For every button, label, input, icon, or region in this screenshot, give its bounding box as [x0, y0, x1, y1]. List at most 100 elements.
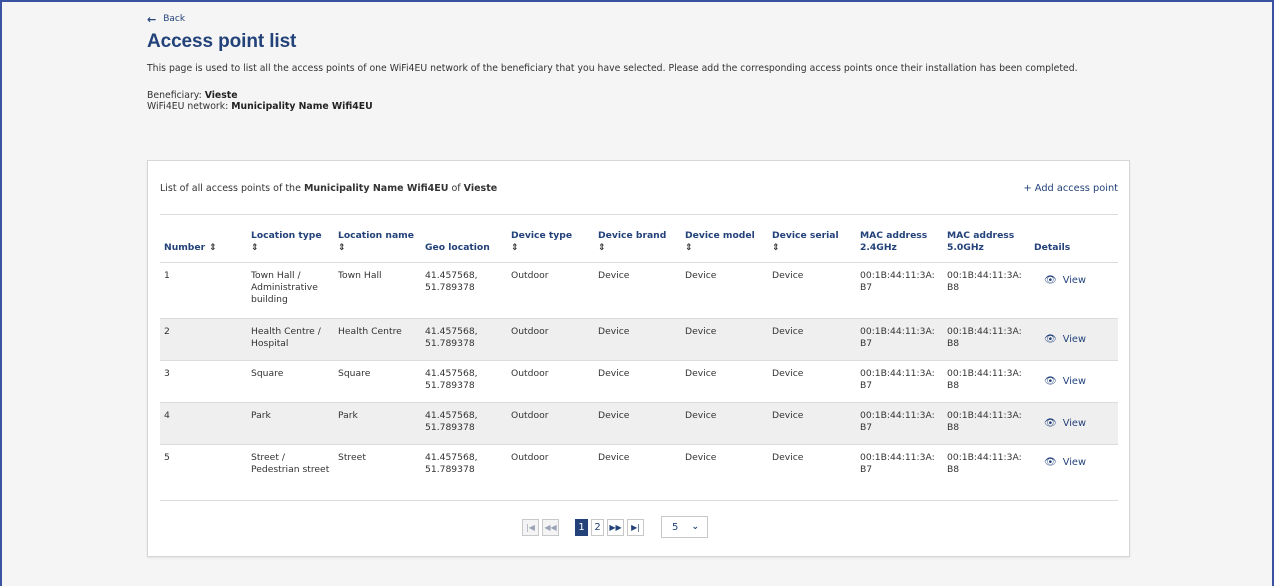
cell-device-type: Outdoor	[511, 368, 549, 379]
cell-details: 👁 View	[1030, 263, 1118, 319]
back-label: Back	[163, 14, 186, 24]
cell-mac-24: 00:1B:44:11:3A: B7	[860, 326, 935, 349]
page-title: Access point list	[147, 31, 297, 52]
col-mac-50: MAC address 5.0GHz	[947, 230, 1015, 253]
arrow-left-icon: ←	[147, 12, 157, 26]
network-label: WiFi4EU network:	[147, 101, 232, 112]
col-device-brand: Device brand ⇕	[594, 215, 681, 263]
sort-icon[interactable]: ⇕	[598, 242, 677, 254]
cell-details: 👁 View	[1030, 445, 1118, 501]
cell-location-name: Park	[338, 410, 358, 421]
chevron-down-icon: ⌄	[691, 522, 699, 532]
col-device-serial: Device serial ⇕	[768, 215, 856, 263]
cell-device-model: Device	[685, 368, 717, 379]
beneficiary-info: Beneficiary: Vieste WiFi4EU network: Mun…	[147, 90, 1132, 112]
view-button[interactable]: 👁 View	[1034, 334, 1086, 346]
pagination: |◀ ◀◀ 1 2 ▶▶ ▶| 5 ⌄	[522, 516, 708, 538]
cell-geo: 41.457568, 51.789378	[425, 326, 478, 349]
cell-mac-50: 00:1B:44:11:3A: B8	[947, 326, 1022, 349]
cell-location-name: Street	[338, 452, 366, 463]
table-header-row: Number ⇕ Location type ⇕ Location name ⇕ Ge…	[160, 214, 1118, 263]
cell-mac-24: 00:1B:44:11:3A: B7	[860, 270, 935, 293]
cell-mac-50: 00:1B:44:11:3A: B8	[947, 368, 1022, 391]
sort-icon[interactable]: ⇕	[511, 242, 590, 254]
eye-icon: 👁	[1044, 375, 1057, 387]
last-page-icon[interactable]: ▶|	[627, 518, 644, 536]
col-device-type: Device type ⇕	[507, 215, 594, 263]
cell-device-type: Outdoor	[511, 270, 549, 281]
back-link[interactable]: ← Back	[147, 12, 1132, 26]
cell-mac-24: 00:1B:44:11:3A: B7	[860, 452, 935, 475]
page-frame: ← Back Access point list This page is us…	[0, 0, 1274, 586]
table-row: 3 Square Square 41.457568, 51.789378 Out…	[160, 361, 1118, 403]
col-number: Number ⇕	[164, 242, 217, 253]
page-size-select[interactable]: 5 ⌄	[661, 516, 708, 538]
next-page-icon[interactable]: ▶▶	[607, 518, 624, 536]
cell-device-type: Outdoor	[511, 452, 549, 463]
cell-location-type: Health Centre / Hospital	[251, 326, 321, 349]
cell-mac-50: 00:1B:44:11:3A: B8	[947, 270, 1022, 293]
cell-location-type: Square	[251, 368, 284, 379]
view-button[interactable]: 👁 View	[1034, 376, 1086, 388]
col-mac-24: MAC address 2.4GHz	[860, 230, 928, 253]
page-1-button[interactable]: 1	[575, 518, 588, 536]
sort-icon[interactable]: ⇕	[338, 242, 417, 254]
cell-device-serial: Device	[772, 326, 804, 337]
heading-mid: of	[448, 183, 464, 194]
sort-icon[interactable]: ⇕	[772, 242, 852, 254]
table-row: 5 Street / Pedestrian street Street 41.4…	[160, 445, 1118, 501]
network-line: WiFi4EU network: Municipality Name Wifi4…	[147, 101, 1132, 112]
previous-page-icon[interactable]: ◀◀	[542, 518, 559, 536]
cell-device-serial: Device	[772, 368, 804, 379]
sort-icon[interactable]: ⇕	[209, 243, 217, 253]
cell-mac-50: 00:1B:44:11:3A: B8	[947, 410, 1022, 433]
eye-icon: 👁	[1044, 457, 1057, 468]
table-row: 2 Health Centre / Hospital Health Centre…	[160, 318, 1118, 361]
beneficiary-label: Beneficiary:	[147, 90, 205, 101]
cell-mac-24: 00:1B:44:11:3A: B7	[860, 368, 935, 391]
cell-device-brand: Device	[598, 368, 630, 379]
page-size-value: 5	[672, 521, 679, 533]
add-access-point-button[interactable]: + Add access point	[1023, 183, 1118, 194]
page-2-button[interactable]: 2	[591, 518, 604, 536]
table-row: 1 Town Hall / Administrative building To…	[160, 263, 1118, 319]
view-button[interactable]: 👁 View	[1034, 457, 1086, 469]
heading-beneficiary: Vieste	[463, 183, 498, 194]
cell-number: 5	[164, 452, 170, 463]
eye-icon: 👁	[1044, 417, 1057, 429]
col-device-model: Device model ⇕	[681, 215, 768, 263]
cell-device-model: Device	[685, 452, 717, 463]
first-page-icon[interactable]: |◀	[522, 518, 539, 536]
cell-number: 4	[164, 410, 170, 421]
cell-number: 3	[164, 368, 170, 379]
cell-details: 👁 View	[1030, 403, 1118, 445]
cell-location-name: Health Centre	[338, 326, 402, 337]
cell-location-name: Town Hall	[338, 270, 382, 281]
eye-icon: 👁	[1044, 333, 1057, 345]
sort-icon[interactable]: ⇕	[251, 242, 330, 254]
view-button[interactable]: 👁 View	[1034, 418, 1086, 430]
cell-location-name: Square	[338, 368, 371, 379]
cell-device-brand: Device	[598, 452, 630, 463]
card-heading: List of all access points of the Municip…	[160, 183, 497, 194]
beneficiary-line: Beneficiary: Vieste	[147, 90, 1132, 101]
beneficiary-value: Vieste	[204, 90, 238, 101]
card-header: List of all access points of the Municip…	[160, 183, 1118, 194]
cell-location-type: Town Hall / Administrative building	[251, 270, 318, 305]
cell-device-type: Outdoor	[511, 410, 549, 421]
cell-device-model: Device	[685, 410, 717, 421]
intro-text: This page is used to list all the access…	[147, 63, 1078, 74]
access-point-table: Number ⇕ Location type ⇕ Location name ⇕ Ge…	[160, 214, 1118, 501]
cell-geo: 41.457568, 51.789378	[425, 368, 478, 391]
cell-device-type: Outdoor	[511, 326, 549, 337]
col-geo-location: Geo location	[425, 242, 490, 253]
view-button[interactable]: 👁 View	[1034, 275, 1086, 287]
cell-number: 1	[164, 270, 170, 281]
cell-device-serial: Device	[772, 270, 804, 281]
cell-device-brand: Device	[598, 270, 630, 281]
sort-icon[interactable]: ⇕	[685, 242, 764, 254]
cell-location-type: Street / Pedestrian street	[251, 452, 330, 475]
heading-prefix: List of all access points of the	[160, 183, 304, 194]
cell-geo: 41.457568, 51.789378	[425, 410, 478, 433]
cell-number: 2	[164, 326, 170, 337]
